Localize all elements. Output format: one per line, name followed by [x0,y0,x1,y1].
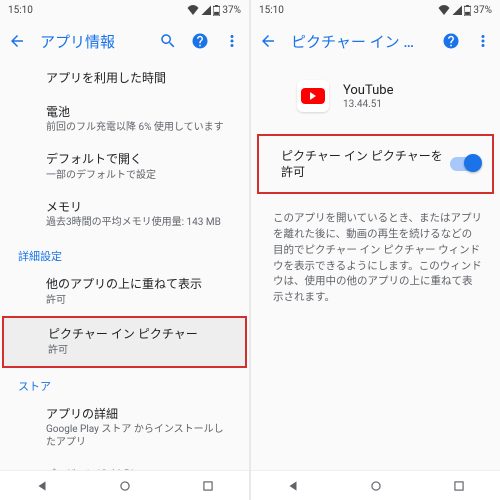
row-battery[interactable]: 電池前回のフル充電以降 6% 使用しています [0,96,249,144]
status-battery: 37% [473,5,492,16]
pip-description: このアプリを開いているとき、またはアプリを離れた後に、動画の再生を続けるなどの目… [251,198,500,317]
nav-home-icon[interactable] [369,479,383,493]
pip-toggle-row[interactable]: ピクチャー イン ピクチャーを許可 [257,134,494,194]
battery-icon [464,5,471,16]
help-icon[interactable] [442,32,460,50]
pip-toggle-label: ピクチャー イン ピクチャーを許可 [281,148,450,180]
status-time: 15:10 [8,5,33,16]
settings-content[interactable]: アプリを利用した時間 電池前回のフル充電以降 6% 使用しています デフォルトで… [0,62,249,470]
status-right: 37% [438,5,492,16]
status-bar: 15:10 37% [251,0,500,20]
row-overlay[interactable]: 他のアプリの上に重ねて表示許可 [0,268,249,316]
more-icon[interactable] [223,32,241,50]
row-version: バージョン13.44.51 [0,458,249,470]
nav-recent-icon[interactable] [201,479,215,493]
highlight-pip: ピクチャー イン ピクチャー許可 [2,316,247,368]
pip-content[interactable]: YouTube 13.44.51 ピクチャー イン ピクチャーを許可 このアプリ… [251,62,500,470]
app-name: YouTube [343,83,394,98]
section-store: ストア [0,368,249,398]
help-icon[interactable] [191,32,209,50]
status-right: 37% [187,5,241,16]
nav-back-icon[interactable] [286,479,300,493]
phone-left: 15:10 37% アプリ情報 アプリを利用した時間 電池前回のフル充電以降 6… [0,0,249,500]
signal-icon [452,5,462,15]
youtube-icon [297,80,329,112]
app-version: 13.44.51 [343,99,394,110]
app-bar: アプリ情報 [0,20,249,62]
back-icon[interactable] [259,32,277,50]
search-icon[interactable] [159,32,177,50]
row-app-details[interactable]: アプリの詳細Google Play ストア からインストールしたアプリ [0,398,249,459]
page-title: ピクチャー イン ピク… [291,31,428,52]
row-pip[interactable]: ピクチャー イン ピクチャー許可 [4,318,245,366]
phone-right: 15:10 37% ピクチャー イン ピク… YouTube 13.44.51 … [251,0,500,500]
status-time: 15:10 [259,5,284,16]
row-default-open[interactable]: デフォルトで開く一部のデフォルトで設定 [0,143,249,191]
back-icon[interactable] [8,32,26,50]
status-battery: 37% [222,5,241,16]
row-memory[interactable]: メモリ過去3時間の平均メモリ使用量: 143 MB [0,191,249,239]
section-advanced: 詳細設定 [0,238,249,268]
page-title: アプリ情報 [40,31,145,52]
app-header: YouTube 13.44.51 [251,62,500,130]
more-icon[interactable] [474,32,492,50]
nav-recent-icon[interactable] [452,479,466,493]
row-usage[interactable]: アプリを利用した時間 [0,62,249,96]
wifi-icon [187,5,199,15]
nav-bar [0,470,249,500]
nav-back-icon[interactable] [35,479,49,493]
signal-icon [201,5,211,15]
nav-bar [251,470,500,500]
nav-home-icon[interactable] [118,479,132,493]
toggle-switch[interactable] [450,157,480,171]
wifi-icon [438,5,450,15]
app-bar: ピクチャー イン ピク… [251,20,500,62]
status-bar: 15:10 37% [0,0,249,20]
battery-icon [213,5,220,16]
